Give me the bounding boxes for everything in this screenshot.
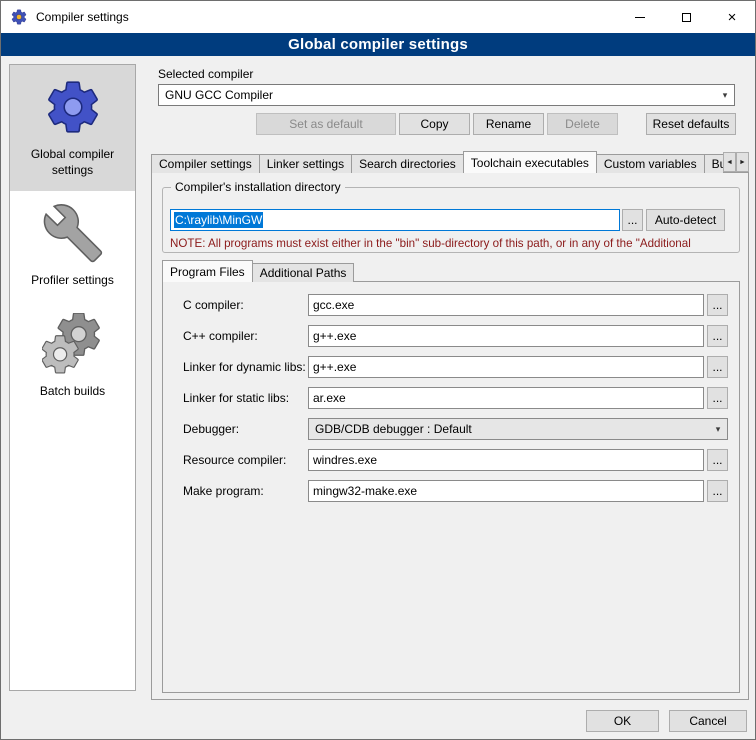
make-program-label: Make program: [183,480,264,502]
window-title: Compiler settings [36,10,129,24]
tab-toolchain-executables[interactable]: Toolchain executables [463,151,597,173]
installation-directory-legend: Compiler's installation directory [171,180,345,194]
debugger-select[interactable]: GDB/CDB debugger : Default ▾ [308,418,728,440]
titlebar: Compiler settings × [1,1,755,33]
resource-compiler-input[interactable] [308,449,704,471]
tab-search-directories[interactable]: Search directories [351,154,464,173]
dialog-banner: Global compiler settings [1,33,755,56]
linker-static-label: Linker for static libs: [183,387,289,409]
program-files-panel: C compiler: ... C++ compiler: ... Linker… [162,281,740,693]
resource-compiler-label: Resource compiler: [183,449,286,471]
make-program-browse-button[interactable]: ... [707,480,728,502]
cancel-button[interactable]: Cancel [669,710,747,732]
close-button[interactable]: × [709,1,755,33]
profiler-tool-icon [42,202,104,264]
tab-build-options[interactable]: Build [704,154,723,173]
rename-button[interactable]: Rename [473,113,544,135]
delete-button[interactable]: Delete [547,113,618,135]
sidebar-item-label: Profiler settings [31,273,114,289]
set-as-default-button[interactable]: Set as default [256,113,396,135]
tab-scroll-right-button[interactable]: ► [736,152,749,172]
chevron-down-icon: ▾ [709,424,727,435]
make-program-input[interactable] [308,480,704,502]
linker-dynamic-label: Linker for dynamic libs: [183,356,306,378]
program-files-tabstrip: Program Files Additional Paths [162,260,353,282]
sidebar-item-global-compiler-settings[interactable]: Global compiler settings [10,65,135,191]
linker-dynamic-input[interactable] [308,356,704,378]
installation-directory-groupbox: Compiler's installation directory C:\ray… [162,187,740,253]
maximize-button[interactable] [663,1,709,33]
install-dir-input[interactable]: C:\raylib\MinGW [170,209,620,231]
close-icon: × [728,10,737,25]
app-icon [10,8,28,26]
c-compiler-input[interactable] [308,294,704,316]
tab-additional-paths[interactable]: Additional Paths [252,263,355,282]
copy-button[interactable]: Copy [399,113,470,135]
tab-program-files[interactable]: Program Files [162,260,253,282]
bin-subdirectory-note: NOTE: All programs must exist either in … [170,237,736,250]
compiler-settings-dialog: Compiler settings × Global compiler sett… [0,0,756,740]
install-dir-selected-text: C:\raylib\MinGW [174,212,263,228]
tab-scroll-left-button[interactable]: ◄ [723,152,736,172]
minimize-icon [635,17,645,18]
cpp-compiler-input[interactable] [308,325,704,347]
tab-linker-settings[interactable]: Linker settings [259,154,352,173]
tab-custom-variables[interactable]: Custom variables [596,154,705,173]
batch-builds-icon [42,313,104,375]
sidebar-item-label: Batch builds [40,384,105,400]
toolchain-executables-panel: Compiler's installation directory C:\ray… [151,172,749,700]
compiler-select[interactable]: GNU GCC Compiler ▾ [158,84,735,106]
cpp-compiler-browse-button[interactable]: ... [707,325,728,347]
tab-compiler-settings[interactable]: Compiler settings [151,154,260,173]
sidebar-item-label: Global compiler settings [14,147,131,178]
compiler-select-value: GNU GCC Compiler [165,88,273,102]
install-dir-browse-button[interactable]: ... [622,209,643,231]
c-compiler-browse-button[interactable]: ... [707,294,728,316]
ok-button[interactable]: OK [586,710,659,732]
gear-icon [42,76,104,138]
auto-detect-button[interactable]: Auto-detect [646,209,725,231]
linker-static-browse-button[interactable]: ... [707,387,728,409]
chevron-down-icon: ▾ [716,90,734,101]
minimize-button[interactable] [617,1,663,33]
settings-category-list: Global compiler settings Profiler settin… [9,64,136,691]
cpp-compiler-label: C++ compiler: [183,325,258,347]
selected-compiler-label: Selected compiler [158,67,253,81]
maximize-icon [682,13,691,22]
sidebar-item-batch-builds[interactable]: Batch builds [10,302,135,413]
settings-tabstrip: Compiler settings Linker settings Search… [151,151,723,173]
linker-static-input[interactable] [308,387,704,409]
reset-defaults-button[interactable]: Reset defaults [646,113,736,135]
debugger-select-value: GDB/CDB debugger : Default [315,422,472,436]
resource-compiler-browse-button[interactable]: ... [707,449,728,471]
caption-buttons: × [617,1,755,33]
debugger-label: Debugger: [183,418,239,440]
sidebar-item-profiler-settings[interactable]: Profiler settings [10,191,135,302]
linker-dynamic-browse-button[interactable]: ... [707,356,728,378]
c-compiler-label: C compiler: [183,294,244,316]
